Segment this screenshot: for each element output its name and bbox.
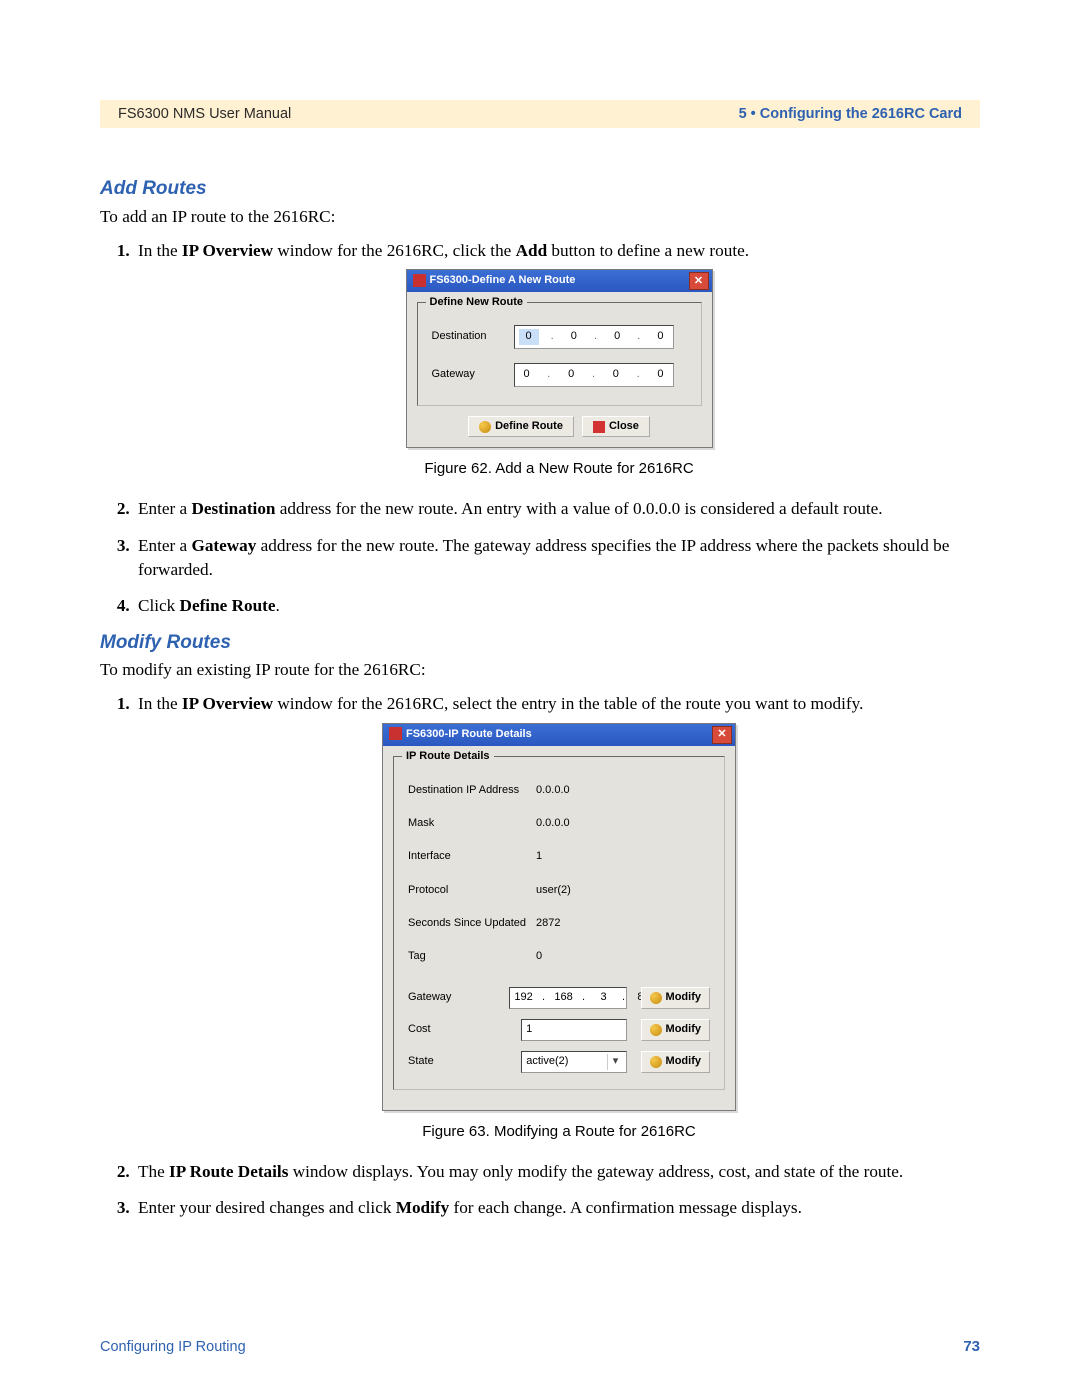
gateway2-label: Gateway <box>408 990 509 1005</box>
gateway-field[interactable]: 192. 168. 3. 88 <box>509 987 627 1009</box>
modify-gateway-button[interactable]: Modify <box>641 987 710 1008</box>
dialog2-title: FS6300-IP Route Details <box>406 728 532 740</box>
close-icon[interactable]: ✕ <box>712 726 732 744</box>
footer-section: Configuring IP Routing <box>100 1337 246 1357</box>
dest-ip-value: 0.0.0.0 <box>536 779 654 802</box>
seconds-value: 2872 <box>536 912 654 935</box>
dialog2-titlebar[interactable]: FS6300-IP Route Details ✕ <box>383 724 735 746</box>
wand-icon <box>650 992 662 1004</box>
mask-value: 0.0.0.0 <box>536 812 654 835</box>
chevron-down-icon[interactable]: ▾ <box>607 1054 624 1070</box>
cost-label: Cost <box>408 1022 521 1037</box>
dest-ip-label: Destination IP Address <box>408 783 536 798</box>
group2-title: IP Route Details <box>402 749 494 764</box>
state-dropdown[interactable]: active(2) ▾ <box>521 1051 626 1073</box>
group-title: Define New Route <box>426 295 528 310</box>
chapter-title: 5 • Configuring the 2616RC Card <box>739 104 962 124</box>
close-button[interactable]: Close <box>582 416 650 437</box>
close-icon[interactable]: ✕ <box>689 272 709 290</box>
figure63-caption: Figure 63. Modifying a Route for 2616RC <box>138 1121 980 1142</box>
page-number: 73 <box>963 1336 980 1357</box>
add-step-4: Click Define Route. <box>134 594 980 618</box>
state-label: State <box>408 1054 521 1069</box>
tag-label: Tag <box>408 949 536 964</box>
modify-steps: In the IP Overview window for the 2616RC… <box>100 692 980 1220</box>
app-icon <box>389 727 402 740</box>
dialog-title: FS6300-Define A New Route <box>430 274 576 286</box>
manual-page: FS6300 NMS User Manual 5 • Configuring t… <box>0 0 1080 1397</box>
wand-icon <box>650 1056 662 1068</box>
add-step-2: Enter a Destination address for the new … <box>134 497 980 521</box>
gateway-input[interactable]: 0. 0. 0. 0 <box>514 363 674 387</box>
add-step-1: In the IP Overview window for the 2616RC… <box>134 239 980 479</box>
modify-intro: To modify an existing IP route for the 2… <box>100 658 980 682</box>
modify-step-2: The IP Route Details window displays. Yo… <box>134 1160 980 1184</box>
mask-label: Mask <box>408 816 536 831</box>
page-header: FS6300 NMS User Manual 5 • Configuring t… <box>100 100 980 128</box>
section-modify-routes: Modify Routes <box>100 630 980 657</box>
interface-label: Interface <box>408 849 536 864</box>
gateway-label: Gateway <box>432 367 514 382</box>
add-intro: To add an IP route to the 2616RC: <box>100 205 980 229</box>
close-x-icon <box>593 421 605 433</box>
ip-route-details-group: IP Route Details Destination IP Address0… <box>393 756 725 1090</box>
interface-value: 1 <box>536 845 654 868</box>
figure62-caption: Figure 62. Add a New Route for 2616RC <box>138 458 980 479</box>
manual-title: FS6300 NMS User Manual <box>118 104 291 124</box>
protocol-label: Protocol <box>408 883 536 898</box>
cost-field[interactable]: 1 <box>521 1019 626 1041</box>
seconds-label: Seconds Since Updated <box>408 916 536 931</box>
define-route-button[interactable]: Define Route <box>468 416 574 437</box>
modify-step-3: Enter your desired changes and click Mod… <box>134 1196 980 1220</box>
define-route-group: Define New Route Destination 0. 0. 0. 0 <box>417 302 702 406</box>
add-steps: In the IP Overview window for the 2616RC… <box>100 239 980 618</box>
modify-step-1: In the IP Overview window for the 2616RC… <box>134 692 980 1141</box>
wand-icon <box>650 1024 662 1036</box>
add-step-3: Enter a Gateway address for the new rout… <box>134 534 980 582</box>
protocol-value: user(2) <box>536 879 654 902</box>
tag-value: 0 <box>536 945 654 968</box>
dialog-titlebar[interactable]: FS6300-Define A New Route ✕ <box>407 270 712 292</box>
define-route-dialog: FS6300-Define A New Route ✕ Define New R… <box>406 269 713 448</box>
destination-input[interactable]: 0. 0. 0. 0 <box>514 325 674 349</box>
wand-icon <box>479 421 491 433</box>
ip-route-details-dialog: FS6300-IP Route Details ✕ IP Route Detai… <box>382 723 736 1111</box>
section-add-routes: Add Routes <box>100 176 980 203</box>
modify-cost-button[interactable]: Modify <box>641 1019 710 1040</box>
app-icon <box>413 274 426 287</box>
destination-label: Destination <box>432 329 514 344</box>
modify-state-button[interactable]: Modify <box>641 1051 710 1072</box>
page-footer: Configuring IP Routing 73 <box>100 1336 980 1357</box>
